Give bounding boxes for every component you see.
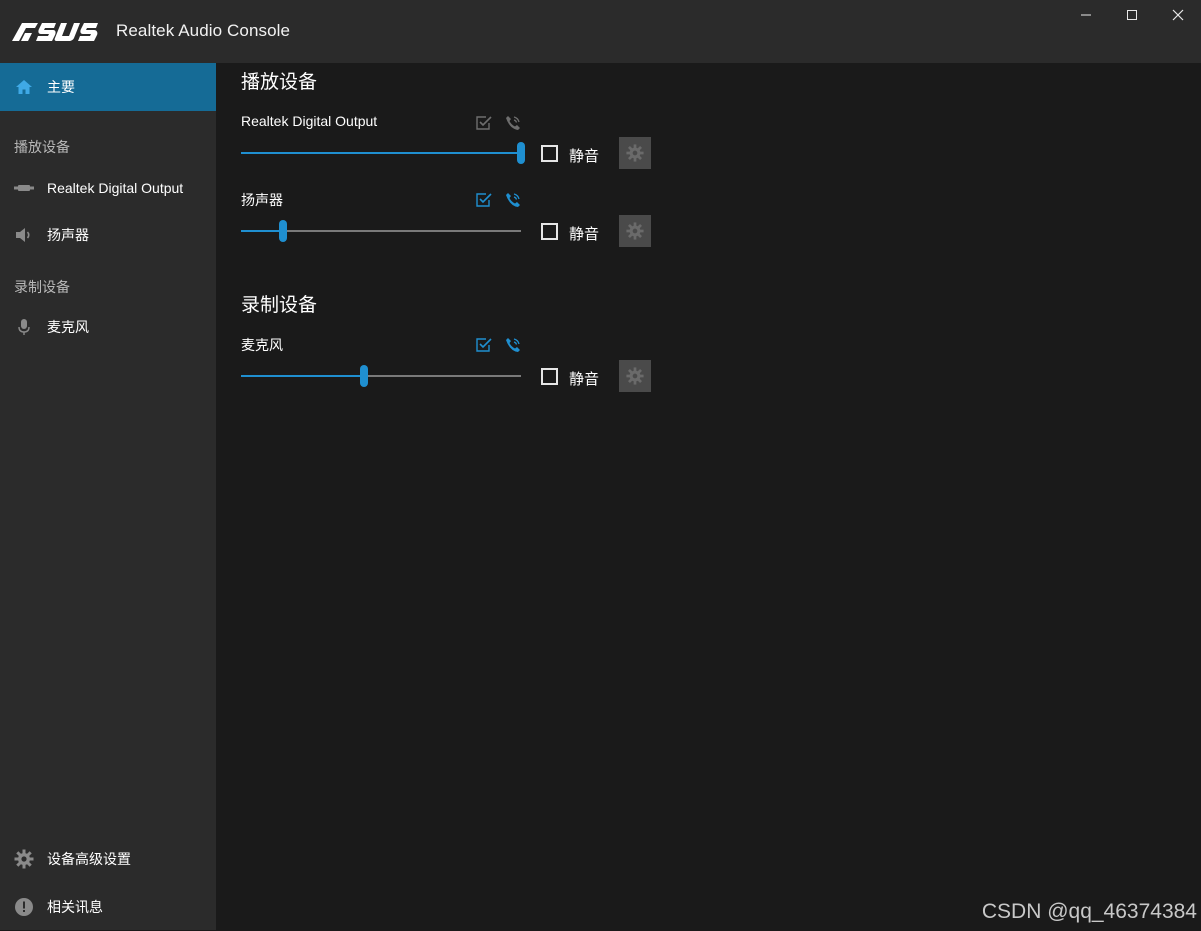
main-content: 播放设备 Realtek Digital Output 静音 扬声器 静音 录制… (216, 63, 1201, 930)
sidebar-item-advanced-settings[interactable]: 设备高级设置 (0, 835, 216, 883)
mute-label: 静音 (569, 370, 600, 388)
slider-thumb[interactable] (360, 365, 369, 387)
default-device-check-icon[interactable] (475, 114, 493, 132)
volume-slider[interactable] (241, 220, 521, 242)
mute-checkbox[interactable] (541, 368, 558, 385)
sidebar-item-label: 麦克风 (47, 319, 89, 335)
mute-label: 静音 (569, 147, 600, 165)
microphone-icon (14, 317, 34, 337)
default-device-check-icon[interactable] (475, 191, 493, 209)
speaker-icon (14, 225, 34, 245)
device-name: Realtek Digital Output (241, 113, 378, 129)
device-settings-button[interactable] (619, 215, 651, 247)
home-icon (14, 77, 34, 97)
sidebar-item-label: 主要 (47, 79, 75, 95)
asus-logo (12, 23, 98, 41)
communication-phone-icon[interactable] (504, 336, 522, 354)
sidebar-item-label: 扬声器 (47, 227, 89, 243)
info-icon (14, 897, 34, 917)
sidebar-item-microphone[interactable]: 麦克风 (0, 303, 216, 351)
volume-slider[interactable] (241, 142, 525, 164)
gear-icon (626, 367, 644, 385)
recording-title: 录制设备 (241, 294, 318, 316)
recording-section-header: 录制设备 (14, 280, 70, 296)
sidebar-item-info[interactable]: 相关讯息 (0, 883, 216, 931)
communication-phone-icon[interactable] (504, 114, 522, 132)
device-settings-button[interactable] (619, 360, 651, 392)
slider-thumb[interactable] (517, 142, 525, 164)
playback-title: 播放设备 (241, 71, 318, 93)
minimize-button[interactable] (1063, 0, 1109, 30)
sidebar-item-speaker[interactable]: 扬声器 (0, 211, 216, 259)
playback-section-header: 播放设备 (14, 140, 70, 156)
window-controls (1063, 0, 1201, 30)
close-button[interactable] (1155, 0, 1201, 30)
minimize-icon (1081, 14, 1091, 16)
sidebar-item-home[interactable]: 主要 (0, 63, 216, 111)
gear-icon (626, 222, 644, 240)
watermark: CSDN @qq_46374384 (981, 900, 1197, 923)
app-title: Realtek Audio Console (116, 21, 291, 40)
device-name: 麦克风 (241, 337, 283, 353)
title-bar: Realtek Audio Console (0, 0, 1201, 63)
sidebar-item-label: Realtek Digital Output (47, 180, 184, 196)
digital-output-icon (14, 178, 34, 198)
mute-checkbox[interactable] (541, 223, 558, 240)
slider-thumb[interactable] (279, 220, 287, 242)
gear-icon (626, 144, 644, 162)
mute-checkbox[interactable] (541, 145, 558, 162)
maximize-button[interactable] (1109, 0, 1155, 30)
volume-slider[interactable] (241, 365, 521, 387)
sidebar-item-digital-output[interactable]: Realtek Digital Output (0, 164, 216, 212)
sidebar-item-label: 设备高级设置 (47, 851, 131, 867)
maximize-icon (1127, 10, 1137, 20)
slider-fill (241, 152, 521, 154)
device-settings-button[interactable] (619, 137, 651, 169)
close-icon (1172, 9, 1184, 21)
communication-phone-icon[interactable] (504, 191, 522, 209)
sidebar: 主要 播放设备 Realtek Digital Output 扬声器 录制设备 … (0, 63, 216, 930)
gear-icon (14, 849, 34, 869)
device-name: 扬声器 (241, 192, 283, 208)
sidebar-item-label: 相关讯息 (47, 899, 103, 915)
mute-label: 静音 (569, 225, 600, 243)
slider-fill (241, 375, 365, 377)
slider-fill (241, 230, 283, 232)
default-device-check-icon[interactable] (475, 336, 493, 354)
